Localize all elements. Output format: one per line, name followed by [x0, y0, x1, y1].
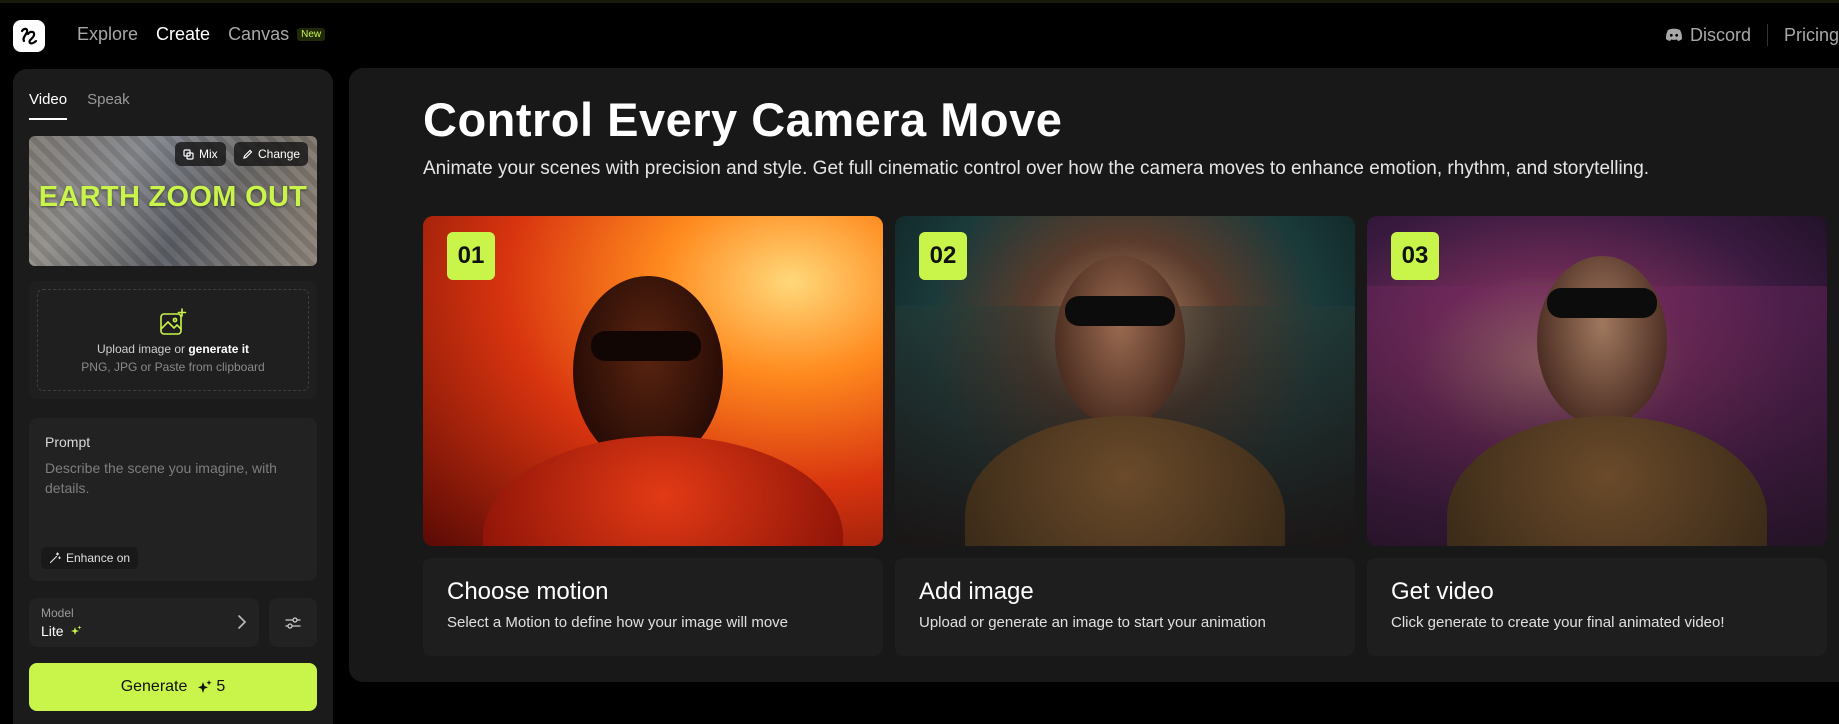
- nav-pricing[interactable]: Pricing: [1784, 25, 1839, 46]
- sliders-icon: [285, 616, 301, 629]
- main-nav: Explore Create Canvas New: [77, 24, 326, 45]
- settings-button[interactable]: [269, 598, 317, 647]
- person-silhouette: [1537, 256, 1667, 426]
- chevron-right-icon: [238, 615, 247, 629]
- step-number: 01: [447, 232, 495, 280]
- sparkle-credits-icon: [198, 680, 213, 693]
- jacket-shape: [483, 436, 843, 546]
- mix-button[interactable]: Mix: [175, 142, 226, 166]
- enhance-label: Enhance on: [66, 551, 131, 565]
- prompt-box[interactable]: Prompt Describe the scene you imagine, w…: [29, 418, 317, 581]
- mode-tabs: Video Speak: [29, 91, 130, 120]
- person-silhouette: [1055, 256, 1185, 426]
- magic-wand-icon: [49, 552, 61, 564]
- step-description: Select a Motion to define how your image…: [447, 614, 789, 631]
- model-label: Model: [41, 606, 74, 620]
- create-sidebar: Video Speak EARTH ZOOM OUT Mix Change Up…: [13, 69, 333, 724]
- step-card-2: 02 Add image Upload or generate an image…: [895, 216, 1355, 656]
- mix-label: Mix: [199, 147, 218, 161]
- sunglasses-shape: [1065, 296, 1175, 326]
- step-title: Choose motion: [447, 578, 609, 605]
- discord-icon: [1665, 28, 1682, 41]
- top-bar: Explore Create Canvas New Discord Pricin…: [0, 0, 1839, 70]
- upload-formats: PNG, JPG or Paste from clipboard: [81, 360, 265, 374]
- step-description: Upload or generate an image to start you…: [919, 614, 1266, 631]
- step-image: 02: [895, 216, 1355, 546]
- step-info: Get video Click generate to create your …: [1367, 558, 1827, 656]
- discord-link[interactable]: Discord: [1665, 25, 1751, 46]
- new-badge: New: [297, 28, 326, 41]
- app-logo[interactable]: [13, 20, 45, 52]
- step-number: 02: [919, 232, 967, 280]
- tab-video[interactable]: Video: [29, 91, 68, 120]
- change-label: Change: [258, 147, 301, 161]
- step-card-3: 03 Get video Click generate to create yo…: [1367, 216, 1827, 656]
- right-nav: Discord Pricing: [1665, 24, 1839, 46]
- sparkle-icon: [70, 625, 82, 635]
- generate-label: Generate: [120, 678, 188, 695]
- sunglasses-shape: [1547, 288, 1657, 318]
- logo-icon: [20, 27, 38, 45]
- page-title: Control Every Camera Move: [423, 93, 1063, 146]
- upload-dropzone[interactable]: Upload image or generate it PNG, JPG or …: [37, 289, 309, 391]
- nav-divider: [1766, 24, 1768, 46]
- nav-canvas[interactable]: Canvas: [228, 24, 289, 45]
- step-card-1: 01 Choose motion Select a Motion to defi…: [423, 216, 883, 656]
- step-number: 03: [1391, 232, 1439, 280]
- step-image: 03: [1367, 216, 1827, 546]
- model-name: Lite: [41, 623, 64, 639]
- generate-button[interactable]: Generate 5: [29, 663, 317, 711]
- tab-speak[interactable]: Speak: [87, 91, 130, 120]
- enhance-toggle[interactable]: Enhance on: [41, 547, 139, 569]
- model-selector[interactable]: Model Lite: [29, 598, 259, 647]
- change-button[interactable]: Change: [234, 142, 309, 166]
- step-description: Click generate to create your final anim…: [1391, 614, 1725, 631]
- discord-label: Discord: [1689, 24, 1751, 45]
- step-info: Choose motion Select a Motion to define …: [423, 558, 883, 656]
- nav-explore[interactable]: Explore: [77, 24, 138, 45]
- motion-preview-card[interactable]: EARTH ZOOM OUT Mix Change: [29, 136, 317, 266]
- motion-title: EARTH ZOOM OUT: [38, 181, 308, 213]
- upload-prefix: Upload image or: [96, 342, 189, 356]
- credit-cost: 5: [197, 678, 225, 696]
- image-upload-area[interactable]: Upload image or generate it PNG, JPG or …: [29, 281, 317, 399]
- image-add-icon: [160, 308, 187, 335]
- step-title: Get video: [1391, 578, 1494, 605]
- mix-icon: [183, 148, 194, 160]
- step-image: 01: [423, 216, 883, 546]
- prompt-label: Prompt: [45, 434, 91, 450]
- model-value: Lite: [41, 623, 82, 639]
- main-content: Control Every Camera Move Animate your s…: [349, 68, 1839, 682]
- step-title: Add image: [919, 578, 1034, 605]
- top-accent-line: [0, 0, 1839, 3]
- credit-value: 5: [216, 678, 226, 695]
- generate-it-link[interactable]: generate it: [188, 342, 249, 356]
- upload-instructions: Upload image or generate it: [38, 342, 308, 356]
- step-info: Add image Upload or generate an image to…: [895, 558, 1355, 656]
- nav-create[interactable]: Create: [156, 24, 210, 45]
- sunglasses-shape: [591, 331, 701, 361]
- page-subtitle: Animate your scenes with precision and s…: [423, 158, 1650, 179]
- prompt-input[interactable]: Describe the scene you imagine, with det…: [45, 458, 295, 498]
- pencil-icon: [243, 149, 253, 159]
